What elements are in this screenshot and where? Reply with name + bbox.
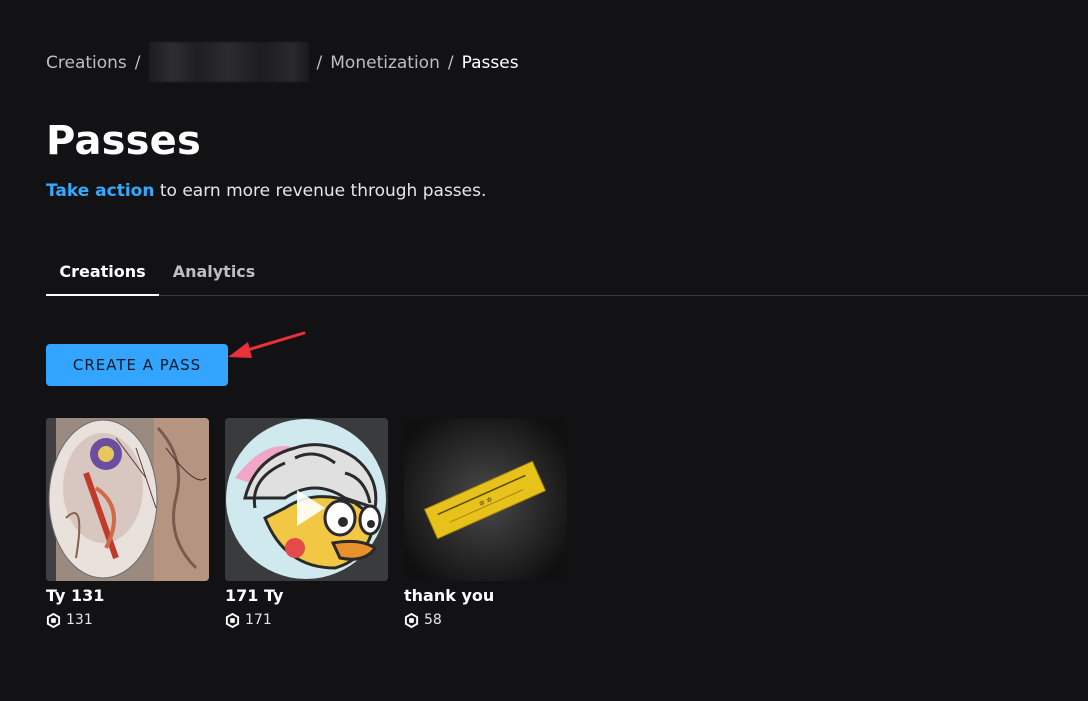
pass-image	[46, 418, 209, 581]
tab-creations[interactable]: Creations	[46, 248, 159, 296]
breadcrumb-passes: Passes	[461, 53, 519, 73]
pass-price-value: 131	[66, 612, 93, 628]
pass-price: 58	[404, 612, 567, 628]
subtitle-text: to earn more revenue through passes.	[154, 181, 487, 201]
breadcrumb-separator: /	[134, 53, 141, 73]
pass-thumbnail[interactable]	[46, 418, 209, 581]
robux-icon	[404, 612, 419, 628]
pass-card[interactable]: ✲ ✲ thank you 58	[404, 418, 567, 628]
pass-card[interactable]: 171 Ty 171	[225, 418, 388, 628]
page-title: Passes	[46, 118, 201, 164]
breadcrumb-creations[interactable]: Creations	[46, 53, 127, 73]
passes-page: Creations / / Monetization / Passes Pass…	[0, 0, 1088, 701]
annotation-arrow-icon	[228, 331, 306, 358]
pass-name[interactable]: thank you	[404, 586, 567, 605]
robux-icon	[225, 612, 240, 628]
pass-price: 171	[225, 612, 388, 628]
pass-price-value: 171	[245, 612, 272, 628]
pass-image: ✲ ✲	[404, 418, 567, 581]
pass-name[interactable]: Ty 131	[46, 586, 209, 605]
pass-price-value: 58	[424, 612, 442, 628]
create-pass-button[interactable]: CREATE A PASS	[46, 344, 228, 386]
page-subtitle: Take action to earn more revenue through…	[46, 181, 486, 201]
pass-image	[225, 418, 388, 581]
breadcrumb-separator: /	[316, 53, 323, 73]
pass-thumbnail[interactable]	[225, 418, 388, 581]
pass-thumbnail[interactable]: ✲ ✲	[404, 418, 567, 581]
pass-name[interactable]: 171 Ty	[225, 586, 388, 605]
breadcrumb-separator: /	[447, 53, 454, 73]
breadcrumb-monetization[interactable]: Monetization	[330, 53, 440, 73]
tab-analytics[interactable]: Analytics	[159, 248, 269, 294]
pass-card[interactable]: Ty 131 131	[46, 418, 209, 628]
robux-icon	[46, 612, 61, 628]
take-action-link[interactable]: Take action	[46, 181, 154, 201]
breadcrumb-experience-redacted[interactable]	[148, 42, 309, 82]
pass-price: 131	[46, 612, 209, 628]
breadcrumb: Creations / / Monetization / Passes	[46, 42, 519, 82]
tab-bar: Creations Analytics	[46, 248, 1088, 296]
